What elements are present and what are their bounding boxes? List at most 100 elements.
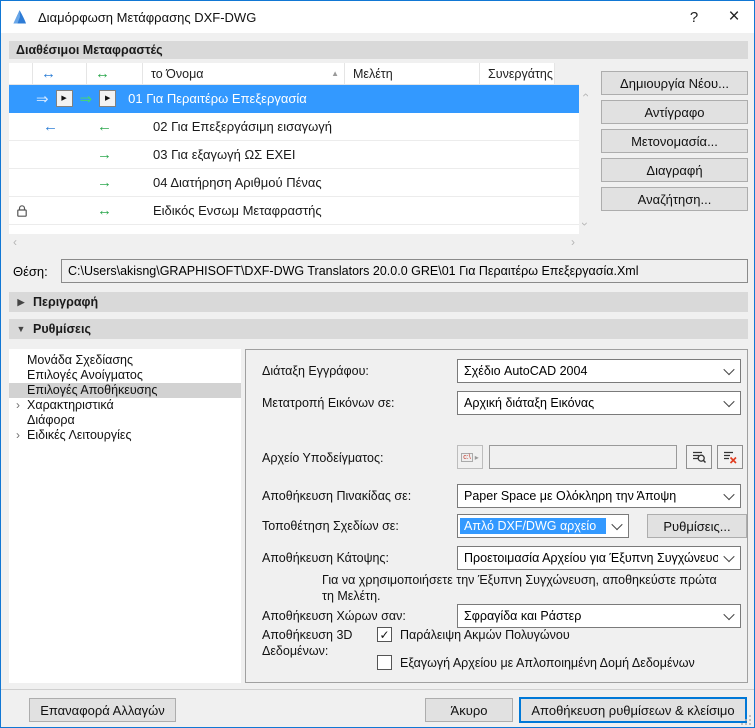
translator-partner (480, 169, 555, 196)
translator-project (345, 169, 480, 196)
archicad-logo-icon (13, 10, 26, 24)
translator-name: 03 Για εξαγωγή ΩΣ ΕΧΕΙ (153, 147, 296, 162)
translator-actions: Δημιουργία Νέου... Αντίγραφο Μετονομασία… (601, 71, 748, 216)
create-new-button[interactable]: Δημιουργία Νέου... (601, 71, 748, 95)
skip-polygon-edges-label: Παράλειψη Ακμών Πολυγώνου (400, 627, 570, 642)
image-conversion-value: Αρχική διάταξη Εικόνας (464, 396, 595, 410)
rename-button[interactable]: Μετονομασία... (601, 129, 748, 153)
settings-section-label: Ρυθμίσεις (33, 322, 91, 336)
chevron-down-icon (718, 360, 740, 382)
nav-item-label: Χαρακτηριστικά (27, 398, 114, 412)
translator-project (345, 141, 480, 168)
import-arrow-column-header[interactable]: ↔ (33, 63, 87, 85)
import-options-button[interactable]: ▶ (55, 90, 73, 107)
translator-row[interactable]: → 04 Διατήρηση Αριθμού Πένας (9, 169, 579, 197)
description-section-bar[interactable]: ▶ Περιγραφή (9, 292, 748, 312)
template-clear-button[interactable] (717, 445, 743, 469)
play-icon: ▶ (104, 95, 111, 102)
nav-item-drawing-unit[interactable]: Μονάδα Σχεδίασης (9, 353, 241, 368)
simplified-structure-label: Εξαγωγή Αρχείου με Απλοποιημένη Δομή Δεδ… (400, 655, 695, 670)
nav-item-special-functions[interactable]: › Ειδικές Λειτουργίες (9, 428, 241, 443)
floorplan-save-value: Προετοιμασία Αρχείου για Έξυπνη Συγχώνευ… (464, 551, 718, 565)
delete-button[interactable]: Διαγραφή (601, 158, 748, 182)
chevron-down-icon (718, 392, 740, 414)
scroll-down-icon[interactable]: › (578, 222, 592, 226)
tree-expander-icon[interactable]: › (16, 398, 20, 413)
resize-grip[interactable] (741, 715, 751, 725)
nav-item-miscellaneous[interactable]: Διάφορα (9, 413, 241, 428)
import-arrow-icon: ← (43, 118, 58, 135)
title-bar: Διαμόρφωση Μετάφρασης DXF-DWG ? × (1, 1, 754, 33)
template-file-label: Αρχείο Υποδείγματος: (262, 451, 384, 465)
image-conversion-label: Μετατροπή Εικόνων σε: (262, 396, 395, 410)
cancel-button[interactable]: Άκυρο (425, 698, 513, 722)
nav-item-open-options[interactable]: Επιλογές Ανοίγματος (9, 368, 241, 383)
floorplan-save-select[interactable]: Προετοιμασία Αρχείου για Έξυπνη Συγχώνευ… (457, 546, 741, 570)
translator-partner (480, 141, 555, 168)
drawing-placement-value: Απλό DXF/DWG αρχείο (460, 518, 606, 534)
browse-list-icon (693, 451, 707, 464)
scroll-up-icon[interactable]: › (578, 93, 592, 97)
footer-bar: Επαναφορά Αλλαγών Άκυρο Αποθήκευση ρυθμί… (1, 689, 754, 727)
simplified-structure-checkbox[interactable]: Εξαγωγή Αρχείου με Απλοποιημένη Δομή Δεδ… (377, 655, 695, 670)
table-filler (9, 225, 579, 234)
placement-settings-button[interactable]: Ρυθμίσεις... (647, 514, 747, 538)
import-arrow-icon (33, 141, 87, 168)
skip-polygon-edges-checkbox[interactable]: ✓ Παράλειψη Ακμών Πολυγώνου (377, 627, 570, 642)
collapsed-arrow-icon: ▶ (17, 296, 25, 307)
nav-item-save-options[interactable]: Επιλογές Αποθήκευσης (9, 383, 241, 398)
export-arrow-icon: → (97, 146, 112, 163)
checkbox-checked-icon[interactable]: ✓ (377, 627, 392, 642)
document-layout-select[interactable]: Σχέδιο AutoCAD 2004 (457, 359, 741, 383)
nav-item-attributes[interactable]: › Χαρακτηριστικά (9, 398, 241, 413)
browse-button[interactable]: Αναζήτηση... (601, 187, 748, 211)
project-column-header[interactable]: Μελέτη (345, 63, 480, 85)
image-conversion-select[interactable]: Αρχική διάταξη Εικόνας (457, 391, 741, 415)
tree-expander-icon[interactable]: › (16, 428, 20, 443)
clear-list-icon (724, 451, 737, 464)
close-icon[interactable]: × (714, 1, 754, 33)
checkbox-unchecked-icon[interactable] (377, 655, 392, 670)
partner-column-header[interactable]: Συνεργάτης (480, 63, 555, 85)
name-column-header[interactable]: το Όνομα ▲ (143, 63, 345, 85)
scroll-left-icon[interactable]: ‹ (13, 236, 17, 248)
layout-save-value: Paper Space με Ολόκληρη την Άποψη (464, 489, 677, 503)
location-row: Θέση: C:\Users\akisng\GRAPHISOFT\DXF-DWG… (13, 259, 748, 283)
translator-row[interactable]: ↔ Ειδικός Ενσωμ Μεταφραστής (9, 197, 579, 225)
export-arrow-column-header[interactable]: ↔ (87, 63, 143, 85)
layout-save-select[interactable]: Paper Space με Ολόκληρη την Άποψη (457, 484, 741, 508)
settings-section-bar[interactable]: ▼ Ρυθμίσεις (9, 319, 748, 339)
play-icon: ▶ (61, 95, 67, 102)
expanded-arrow-icon: ▼ (16, 324, 26, 334)
zone-save-select[interactable]: Σφραγίδα και Ράστερ (457, 604, 741, 628)
template-browse-button[interactable] (686, 445, 712, 469)
translator-name: 02 Για Επεξεργάσιμη εισαγωγή (153, 119, 332, 134)
name-column-label: το Όνομα (151, 66, 204, 81)
reset-changes-button[interactable]: Επαναφορά Αλλαγών (29, 698, 176, 722)
drawing-placement-select[interactable]: Απλό DXF/DWG αρχείο (457, 514, 629, 538)
dialog-title: Διαμόρφωση Μετάφρασης DXF-DWG (38, 9, 257, 25)
vertical-scrollbar[interactable]: › › (578, 85, 595, 234)
translator-row-selected[interactable]: ⇒ ▶ ⇒ ▶ 01 Για Περαιτέρω Επεξεργασία (9, 85, 579, 113)
translator-table: ↔ ↔ το Όνομα ▲ Μελέτη Συνεργάτης ⇒ ▶ ⇒ ▶ (9, 63, 579, 234)
duplicate-button[interactable]: Αντίγραφο (601, 100, 748, 124)
horizontal-scrollbar[interactable]: ‹ › (9, 234, 579, 250)
translator-row[interactable]: → 03 Για εξαγωγή ΩΣ ΕΧΕΙ (9, 141, 579, 169)
translator-row[interactable]: ← ← 02 Για Επεξεργάσιμη εισαγωγή (9, 113, 579, 141)
location-path-field: C:\Users\akisng\GRAPHISOFT\DXF-DWG Trans… (61, 259, 748, 283)
lock-column-header[interactable] (9, 63, 33, 85)
scroll-right-icon[interactable]: › (571, 236, 575, 248)
location-label: Θέση: (13, 263, 48, 279)
help-button[interactable]: ? (674, 1, 714, 33)
chevron-down-icon (606, 515, 628, 537)
chevron-down-icon (718, 605, 740, 627)
translator-name: 04 Διατήρηση Αριθμού Πένας (153, 175, 322, 190)
translator-partner (480, 197, 555, 224)
drive-icon: c:\ (461, 452, 473, 462)
template-drive-button: c:\ ▸ (457, 445, 483, 469)
save-and-close-button[interactable]: Αποθήκευση ρυθμίσεων & κλείσιμο (519, 697, 747, 723)
export-options-button[interactable]: ▶ (99, 90, 117, 107)
import-arrow-icon (33, 197, 87, 224)
sort-ascending-icon: ▲ (331, 69, 339, 78)
chevron-down-icon (718, 485, 740, 507)
